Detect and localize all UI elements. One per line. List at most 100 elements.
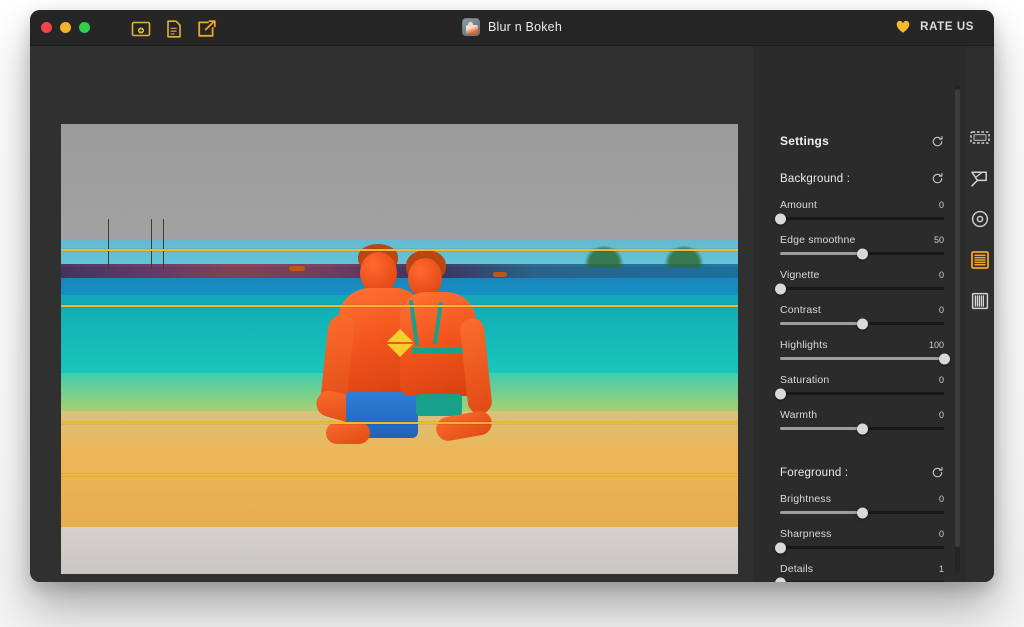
reset-background-icon[interactable]	[931, 172, 944, 185]
slider-value: 0	[938, 270, 944, 280]
app-photo-icon	[462, 18, 480, 36]
slider-value: 0	[938, 375, 944, 385]
photo-sand-white	[61, 527, 738, 574]
lasso-erase-icon[interactable]	[967, 165, 993, 191]
slider-value: 0	[938, 494, 944, 504]
mirror-blur-icon[interactable]	[967, 288, 993, 314]
slider-knob[interactable]	[856, 507, 868, 518]
slider-knob[interactable]	[774, 213, 786, 224]
slider-label: Brightness	[780, 493, 832, 505]
slider-value: 0	[938, 200, 944, 210]
linear-blur-icon[interactable]	[967, 247, 993, 273]
slider-details: Details 1	[774, 563, 944, 582]
slider-knob[interactable]	[856, 423, 868, 434]
photo-palm	[581, 242, 627, 268]
slider-label: Saturation	[780, 374, 830, 386]
photo-mast	[108, 219, 109, 269]
slider-track[interactable]	[780, 248, 944, 259]
group-title-foreground: Foreground :	[780, 466, 849, 479]
slider-track[interactable]	[774, 388, 944, 399]
title-bar: Blur n Bokeh RATE US	[30, 10, 994, 46]
slider-label: Highlights	[780, 339, 828, 351]
rate-us-button[interactable]: RATE US	[895, 19, 974, 35]
reset-all-icon[interactable]	[931, 135, 944, 148]
slider-track[interactable]	[780, 507, 944, 518]
slider-label: Amount	[780, 199, 818, 211]
group-header-foreground: Foreground :	[780, 466, 944, 479]
minimize-button[interactable]	[60, 22, 71, 33]
slider-label: Sharpness	[780, 528, 832, 540]
image-canvas[interactable]	[61, 124, 738, 574]
slider-knob[interactable]	[856, 248, 868, 259]
slider-knob[interactable]	[774, 542, 786, 553]
guide-line-top[interactable]	[61, 249, 738, 251]
traffic-lights	[41, 22, 90, 33]
slider-highlights: Highlights 100	[780, 339, 950, 364]
group-title-background: Background :	[780, 172, 851, 185]
slider-warmth-background: Warmth 0	[780, 409, 944, 434]
slider-track[interactable]	[780, 318, 944, 329]
guide-line-upper-mid[interactable]	[61, 305, 738, 307]
slider-label: Edge smoothne	[780, 234, 856, 246]
settings-panel: Settings Background : Amount 0 Edge smoo…	[753, 46, 966, 582]
slider-track[interactable]	[774, 542, 944, 553]
guide-line-lower-mid[interactable]	[61, 422, 738, 424]
slider-fill	[780, 252, 862, 255]
slider-value: 0	[938, 529, 944, 539]
settings-header: Settings	[780, 134, 944, 148]
settings-scrollbar[interactable]	[955, 85, 960, 573]
group-header-background: Background :	[780, 172, 944, 185]
photo-subject-couple	[313, 244, 516, 524]
slider-brightness: Brightness 0	[780, 493, 944, 518]
document-icon[interactable]	[163, 18, 184, 39]
photo-boat	[289, 266, 305, 271]
slider-track[interactable]	[780, 423, 944, 434]
settings-scroll-content: Settings Background : Amount 0 Edge smoo…	[753, 46, 966, 582]
close-button[interactable]	[41, 22, 52, 33]
titlebar-tools	[130, 18, 217, 39]
photo-palm	[661, 242, 707, 268]
heart-icon	[896, 20, 910, 33]
slider-knob[interactable]	[774, 388, 786, 399]
tool-rail	[966, 46, 994, 582]
slider-saturation-background: Saturation 0	[774, 374, 944, 399]
gradient-handle[interactable]	[386, 329, 413, 357]
slider-label: Details	[780, 563, 814, 575]
slider-track[interactable]	[780, 353, 950, 364]
slider-sharpness: Sharpness 0	[774, 528, 944, 553]
settings-scrollbar-thumb[interactable]	[955, 89, 960, 547]
gradient-handle-down-icon[interactable]	[386, 344, 413, 357]
slider-track[interactable]	[774, 577, 944, 582]
slider-knob[interactable]	[774, 283, 786, 294]
rectangle-select-icon[interactable]	[967, 124, 993, 150]
slider-value: 0	[938, 305, 944, 315]
reset-foreground-icon[interactable]	[931, 466, 944, 479]
guide-line-bottom[interactable]	[61, 474, 738, 476]
radial-blur-icon[interactable]	[967, 206, 993, 232]
share-icon[interactable]	[196, 18, 217, 39]
add-image-icon[interactable]	[130, 18, 151, 39]
slider-value: 1	[938, 564, 944, 574]
slider-fill	[780, 511, 862, 514]
slider-fill	[780, 322, 862, 325]
photo-mast	[163, 219, 164, 269]
slider-label: Vignette	[780, 269, 820, 281]
slider-contrast: Contrast 0	[780, 304, 944, 329]
slider-value: 50	[933, 235, 944, 245]
slider-value: 100	[928, 340, 944, 350]
edited-photo	[61, 124, 738, 574]
slider-value: 0	[938, 410, 944, 420]
app-title-text: Blur n Bokeh	[488, 20, 562, 34]
slider-track[interactable]	[774, 283, 944, 294]
maximize-button[interactable]	[79, 22, 90, 33]
slider-knob[interactable]	[938, 353, 950, 364]
slider-label: Contrast	[780, 304, 821, 316]
gradient-handle-up-icon[interactable]	[386, 329, 413, 342]
app-window: Blur n Bokeh RATE US Settings Background…	[30, 10, 994, 582]
slider-fill	[780, 357, 944, 360]
window-body: Settings Background : Amount 0 Edge smoo…	[30, 46, 994, 582]
slider-track[interactable]	[774, 213, 944, 224]
slider-knob[interactable]	[856, 318, 868, 329]
photo-mast	[151, 219, 152, 269]
slider-knob[interactable]	[774, 577, 786, 582]
